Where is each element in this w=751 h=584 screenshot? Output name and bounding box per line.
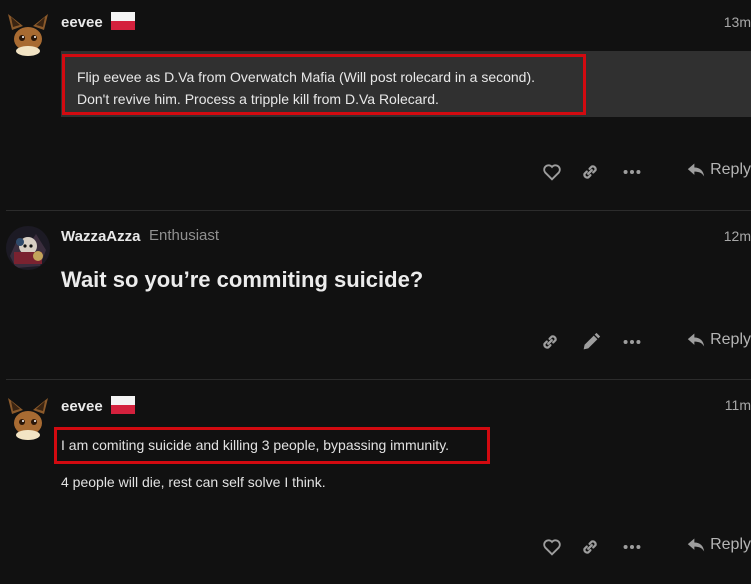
post-username[interactable]: WazzaAzza xyxy=(61,228,140,245)
flag-icon xyxy=(111,396,135,414)
more-icon[interactable] xyxy=(621,161,643,183)
post-actions: Reply xyxy=(541,532,751,562)
post-username[interactable]: eevee xyxy=(61,14,103,31)
highlight-box xyxy=(54,427,490,464)
link-icon[interactable] xyxy=(579,161,601,183)
reply-icon xyxy=(687,538,705,552)
reply-label: Reply xyxy=(710,161,751,178)
post-heading: Wait so you’re commiting suicide? xyxy=(61,267,424,292)
post-2: WazzaAzza Enthusiast 12m Wait so you’re … xyxy=(0,211,751,379)
heart-icon[interactable] xyxy=(541,161,563,183)
heart-icon[interactable] xyxy=(541,536,563,558)
post-time[interactable]: 12m xyxy=(724,228,751,244)
reply-label: Reply xyxy=(710,536,751,553)
more-icon[interactable] xyxy=(621,331,643,353)
highlight-box xyxy=(62,54,586,115)
reply-button[interactable]: Reply xyxy=(686,536,751,554)
flag-icon xyxy=(111,12,135,30)
user-title: Enthusiast xyxy=(149,227,220,244)
reply-label: Reply xyxy=(710,331,751,348)
post-body-line: 4 people will die, rest can self solve I… xyxy=(61,474,326,490)
eevee-avatar[interactable] xyxy=(6,12,50,56)
reply-icon xyxy=(687,333,705,347)
post-time[interactable]: 11m xyxy=(725,397,751,413)
reply-icon xyxy=(687,163,705,177)
post-username[interactable]: eevee xyxy=(61,398,103,415)
more-icon[interactable] xyxy=(621,536,643,558)
link-icon[interactable] xyxy=(539,331,561,353)
post-actions: Reply xyxy=(541,327,751,357)
eevee-avatar[interactable] xyxy=(6,396,50,440)
post-actions: Reply xyxy=(541,157,751,187)
post-time[interactable]: 13m xyxy=(724,14,751,30)
edit-icon[interactable] xyxy=(580,331,602,353)
post-1: eevee 13m Flip eevee as D.Va from Overwa… xyxy=(0,0,751,210)
reply-button[interactable]: Reply xyxy=(686,161,751,179)
reply-button[interactable]: Reply xyxy=(686,331,751,349)
link-icon[interactable] xyxy=(579,536,601,558)
wazza-avatar[interactable] xyxy=(6,226,50,270)
post-3: eevee 11m I am comiting suicide and kill… xyxy=(0,380,751,584)
